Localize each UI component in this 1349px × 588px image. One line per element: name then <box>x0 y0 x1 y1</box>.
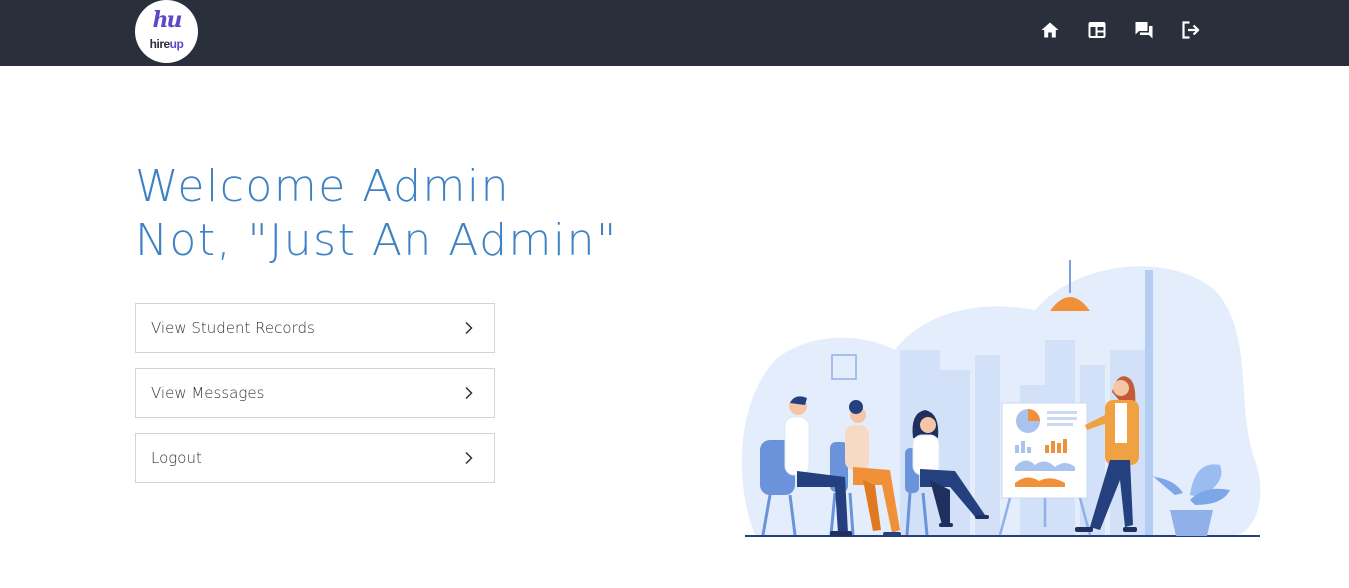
dashboard-button[interactable] <box>1085 19 1109 41</box>
dashboard-icon <box>1088 22 1106 38</box>
view-messages-label: View Messages <box>151 384 265 402</box>
logo-wordmark: hireup <box>135 37 198 51</box>
logout-icon <box>1182 21 1200 39</box>
home-button[interactable] <box>1038 19 1062 41</box>
view-student-records-button[interactable]: View Student Records <box>135 303 495 353</box>
view-student-records-label: View Student Records <box>151 319 315 337</box>
view-messages-button[interactable]: View Messages <box>135 368 495 418</box>
welcome-heading: Welcome Admin Not, "Just An Admin" <box>135 160 618 268</box>
chevron-right-icon <box>465 386 473 400</box>
chevron-right-icon <box>465 321 473 335</box>
logo-word-up: up <box>169 37 184 51</box>
illustration-blob <box>741 266 1261 535</box>
hireup-logo[interactable]: hu hireup <box>135 0 198 63</box>
window-pillar <box>1145 270 1153 535</box>
logout-label: Logout <box>151 449 202 467</box>
welcome-line-1: Welcome Admin <box>135 161 510 212</box>
logo-word-hire: hire <box>149 37 171 51</box>
team-meeting-illustration <box>741 260 1261 537</box>
chevron-right-icon <box>465 451 473 465</box>
top-navbar: hu hireup <box>0 0 1349 66</box>
messages-button[interactable] <box>1132 19 1156 41</box>
home-icon <box>1041 22 1059 38</box>
logout-button[interactable] <box>1179 19 1203 41</box>
logout-action-button[interactable]: Logout <box>135 433 495 483</box>
welcome-line-2: Not, "Just An Admin" <box>135 215 618 266</box>
logo-mark: hu <box>152 7 183 33</box>
messages-icon <box>1135 22 1153 39</box>
